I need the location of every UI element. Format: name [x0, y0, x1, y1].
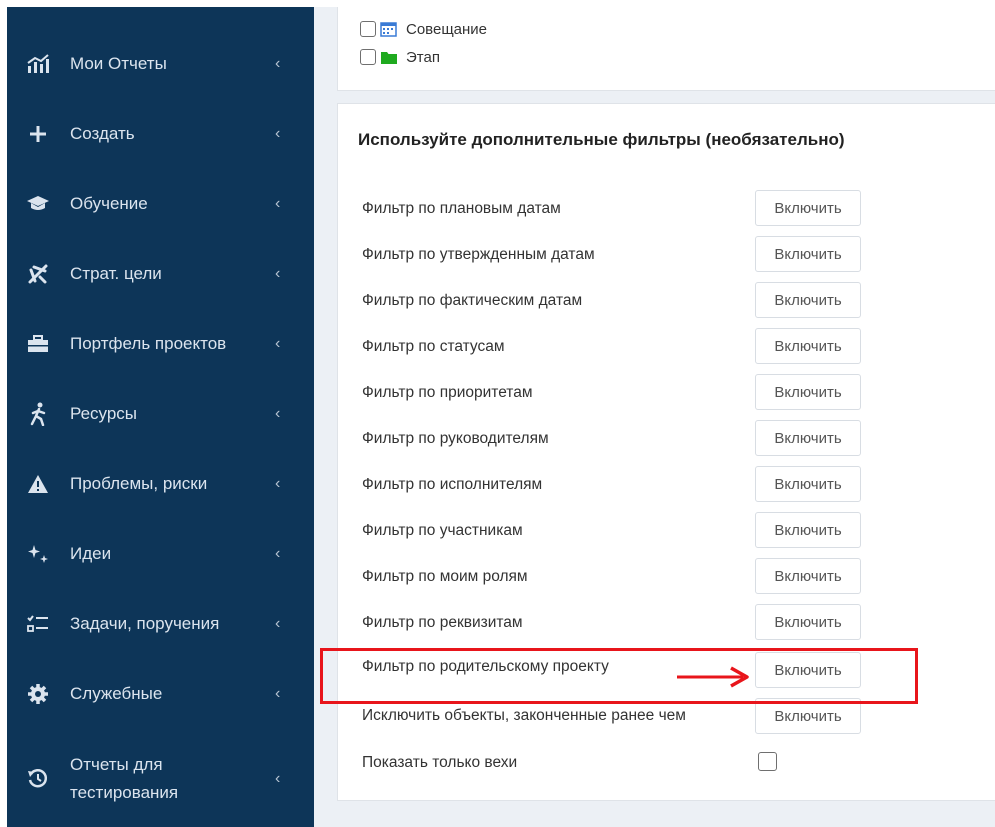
sidebar-item-label: Создать	[70, 124, 135, 143]
filter-label: Показать только вехи	[362, 754, 518, 771]
chevron-left-icon: ‹	[275, 475, 281, 492]
filter-label: Фильтр по руководителям	[362, 430, 549, 447]
chevron-left-icon: ‹	[275, 615, 281, 632]
filter-row: Фильтр по приоритетам Включить	[338, 374, 995, 414]
filter-row: Фильтр по участникам Включить	[338, 512, 995, 552]
sidebar-item-training[interactable]: Обучение ‹	[7, 174, 314, 234]
chevron-left-icon: ‹	[275, 545, 281, 562]
sidebar-item-label: Страт. цели	[70, 264, 162, 283]
chart-icon	[25, 51, 51, 77]
type-option-stage[interactable]: Этап	[360, 47, 440, 67]
chevron-left-icon: ‹	[275, 770, 281, 787]
enable-button[interactable]: Включить	[755, 236, 861, 272]
filter-row: Фильтр по руководителям Включить	[338, 420, 995, 460]
chevron-left-icon: ‹	[275, 195, 281, 212]
gear-icon	[25, 681, 51, 707]
plane-icon	[25, 261, 51, 287]
enable-button[interactable]: Включить	[755, 328, 861, 364]
chevron-left-icon: ‹	[275, 125, 281, 142]
sidebar-item-label: Служебные	[70, 684, 163, 703]
history-icon	[25, 766, 51, 792]
chevron-left-icon: ‹	[275, 265, 281, 282]
sidebar-item-my-reports[interactable]: Мои Отчеты ‹	[7, 34, 314, 94]
filter-row: Исключить объекты, законченные ранее чем…	[338, 698, 995, 738]
sidebar-item-label: Ресурсы	[70, 404, 138, 423]
sidebar-item-risks[interactable]: Проблемы, риски ‹	[7, 454, 314, 514]
sidebar-item-label: Обучение	[70, 194, 148, 213]
sidebar-item-create[interactable]: Создать ‹	[7, 104, 314, 164]
filter-label: Фильтр по родительскому проекту	[362, 658, 609, 675]
sidebar-item-ideas[interactable]: Идеи ‹	[7, 524, 314, 584]
filter-label: Фильтр по участникам	[362, 522, 523, 539]
sidebar-item-tasks[interactable]: Задачи, поручения ‹	[7, 594, 314, 654]
arrow-right-icon	[677, 666, 749, 688]
chevron-left-icon: ‹	[275, 685, 281, 702]
filter-row: Фильтр по моим ролям Включить	[338, 558, 995, 598]
type-label: Этап	[406, 48, 440, 66]
folder-icon	[380, 49, 398, 65]
filter-row: Фильтр по исполнителям Включить	[338, 466, 995, 506]
chevron-left-icon: ‹	[275, 335, 281, 352]
app-frame: Мои Отчеты ‹ Создать ‹ Обучение ‹ Страт.…	[7, 7, 995, 827]
enable-button[interactable]: Включить	[755, 420, 861, 456]
filter-label: Фильтр по приоритетам	[362, 384, 533, 401]
milestones-checkbox[interactable]	[758, 752, 777, 771]
filter-row-parent-project: Фильтр по родительскому проекту Включить	[338, 652, 995, 692]
sidebar-item-goals[interactable]: Страт. цели ‹	[7, 244, 314, 304]
object-types-card: Совещание Этап	[337, 7, 995, 91]
enable-button[interactable]: Включить	[755, 190, 861, 226]
chevron-left-icon: ‹	[275, 405, 281, 422]
enable-button[interactable]: Включить	[755, 604, 861, 640]
graduation-cap-icon	[25, 191, 51, 217]
enable-button[interactable]: Включить	[755, 282, 861, 318]
filter-label: Исключить объекты, законченные ранее чем	[362, 707, 686, 724]
enable-button-parent-project[interactable]: Включить	[755, 652, 861, 688]
running-person-icon	[25, 401, 51, 427]
sidebar-item-label: Мои Отчеты	[70, 54, 167, 73]
filter-label: Фильтр по утвержденным датам	[362, 246, 595, 263]
sidebar-item-service[interactable]: Служебные ‹	[7, 664, 314, 724]
sidebar-item-label: Задачи, поручения	[70, 614, 220, 633]
enable-button[interactable]: Включить	[755, 558, 861, 594]
sidebar-item-label: Отчеты для тестирования	[70, 755, 179, 802]
sparkle-icon	[25, 541, 51, 567]
filter-label: Фильтр по статусам	[362, 338, 505, 355]
filter-row: Фильтр по статусам Включить	[338, 328, 995, 368]
chevron-left-icon: ‹	[275, 55, 281, 72]
warning-icon	[25, 471, 51, 497]
filter-row: Фильтр по реквизитам Включить	[338, 604, 995, 644]
card-title: Используйте дополнительные фильтры (необ…	[358, 130, 845, 149]
filter-label: Фильтр по фактическим датам	[362, 292, 583, 309]
sidebar-item-test-reports[interactable]: Отчеты для тестирования ‹	[7, 744, 314, 814]
plus-icon	[25, 121, 51, 147]
filter-row: Фильтр по плановым датам Включить	[338, 190, 995, 230]
enable-button[interactable]: Включить	[755, 512, 861, 548]
sidebar-item-portfolio[interactable]: Портфель проектов ‹	[7, 314, 314, 374]
stage-checkbox[interactable]	[360, 49, 376, 65]
sidebar-item-label: Проблемы, риски	[70, 474, 208, 493]
sidebar-item-label: Портфель проектов	[70, 334, 227, 353]
filter-label: Фильтр по реквизитам	[362, 614, 523, 631]
sidebar: Мои Отчеты ‹ Создать ‹ Обучение ‹ Страт.…	[7, 7, 314, 827]
enable-button[interactable]: Включить	[755, 374, 861, 410]
calendar-icon	[380, 21, 398, 37]
filter-label: Фильтр по плановым датам	[362, 200, 561, 217]
sidebar-item-label: Идеи	[70, 544, 112, 563]
filter-row: Фильтр по фактическим датам Включить	[338, 282, 995, 322]
type-label: Совещание	[406, 20, 488, 38]
sidebar-item-resources[interactable]: Ресурсы ‹	[7, 384, 314, 444]
task-list-icon	[25, 611, 51, 637]
filter-row-milestones: Показать только вехи	[338, 744, 995, 784]
filter-row: Фильтр по утвержденным датам Включить	[338, 236, 995, 276]
enable-button[interactable]: Включить	[755, 698, 861, 734]
enable-button[interactable]: Включить	[755, 466, 861, 502]
type-option-meeting[interactable]: Совещание	[360, 19, 487, 39]
briefcase-icon	[25, 331, 51, 357]
additional-filters-card: Используйте дополнительные фильтры (необ…	[337, 103, 995, 801]
meeting-checkbox[interactable]	[360, 21, 376, 37]
filter-label: Фильтр по исполнителям	[362, 476, 543, 493]
filter-label: Фильтр по моим ролям	[362, 568, 528, 585]
